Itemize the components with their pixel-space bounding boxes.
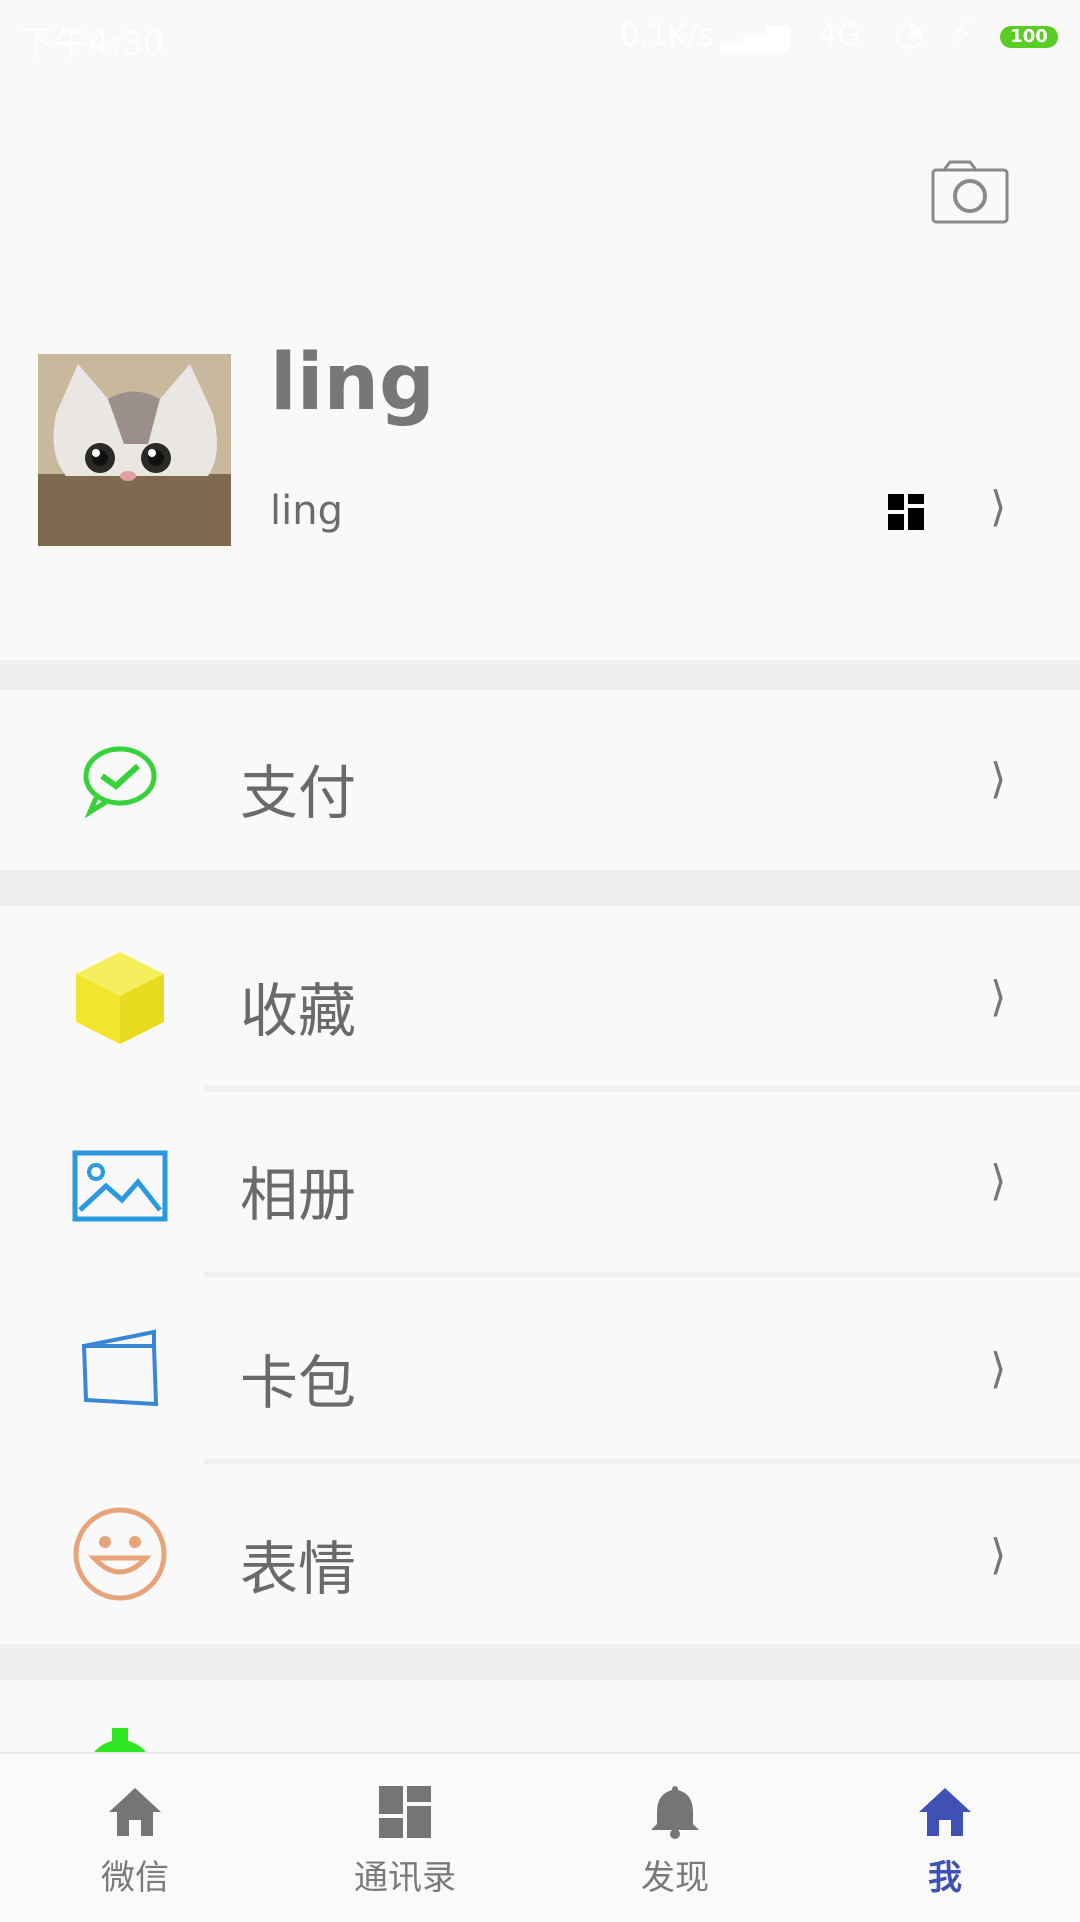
tab-contacts[interactable]: 通讯录	[305, 1784, 505, 1899]
qr-code-icon[interactable]	[888, 494, 924, 530]
status-bar: 下午4:30 0.1K/s ▂▄▆ 4G ◔ ⚡ 100	[0, 0, 1080, 76]
profile-name: ling	[270, 338, 435, 428]
section-divider	[0, 660, 1080, 690]
chevron-right-icon: ⟩	[990, 754, 1007, 803]
chevron-right-icon: ⟩	[990, 1530, 1007, 1579]
bell-icon	[651, 1786, 699, 1839]
menu-item-stickers[interactable]: 表情 ⟩	[0, 1464, 1080, 1644]
chevron-right-icon: ⟩	[990, 972, 1007, 1021]
network-type: 4G	[818, 18, 861, 53]
camera-icon[interactable]	[930, 158, 1010, 228]
home-icon	[919, 1788, 971, 1836]
wechat-id: ling	[270, 488, 343, 534]
menu-label-favorites: 收藏	[240, 977, 357, 1045]
network-speed: 0.1K/s	[620, 18, 714, 53]
home-icon	[109, 1788, 161, 1836]
menu-item-cards[interactable]: 卡包 ⟩	[0, 1278, 1080, 1458]
menu-label-cards: 卡包	[240, 1349, 357, 1417]
avatar[interactable]	[38, 354, 231, 546]
menu-item-favorites[interactable]: 收藏 ⟩	[0, 906, 1080, 1086]
section-divider	[0, 870, 1080, 906]
favorites-cube-icon	[70, 948, 170, 1052]
album-picture-icon	[70, 1148, 170, 1228]
wifi-icon: ◔	[895, 14, 925, 54]
battery-icon: 100	[1000, 26, 1058, 48]
charging-icon: ⚡	[950, 14, 974, 54]
status-time: 下午4:30	[20, 24, 165, 64]
tab-wechat[interactable]: 微信	[35, 1784, 235, 1899]
signal-icon: ▂▄▆	[720, 18, 790, 53]
menu-item-pay[interactable]: 支付 ⟩	[0, 690, 1080, 870]
menu-label-pay: 支付	[240, 759, 357, 827]
dashboard-grid-icon	[379, 1786, 431, 1838]
menu-label-stickers: 表情	[240, 1535, 357, 1603]
tab-label-discover: 发现	[641, 1858, 709, 1898]
menu-label-album: 相册	[240, 1161, 357, 1229]
menu-item-album[interactable]: 相册 ⟩	[0, 1092, 1080, 1272]
chevron-right-icon: ⟩	[990, 1344, 1007, 1393]
profile-chevron-icon[interactable]: ⟩	[990, 482, 1006, 531]
tab-label-me: 我	[928, 1858, 962, 1898]
tab-label-wechat: 微信	[101, 1858, 169, 1898]
wechat-pay-icon	[70, 740, 170, 824]
tab-discover[interactable]: 发现	[575, 1784, 775, 1899]
chevron-right-icon: ⟩	[990, 1156, 1007, 1205]
tab-me[interactable]: 我	[845, 1784, 1045, 1899]
bottom-tab-bar: 微信 通讯录 发现 我	[0, 1752, 1080, 1922]
smiley-face-icon	[70, 1504, 170, 1608]
tab-label-contacts: 通讯录	[354, 1858, 456, 1898]
card-wallet-icon	[70, 1324, 170, 1418]
section-divider	[0, 1644, 1080, 1680]
